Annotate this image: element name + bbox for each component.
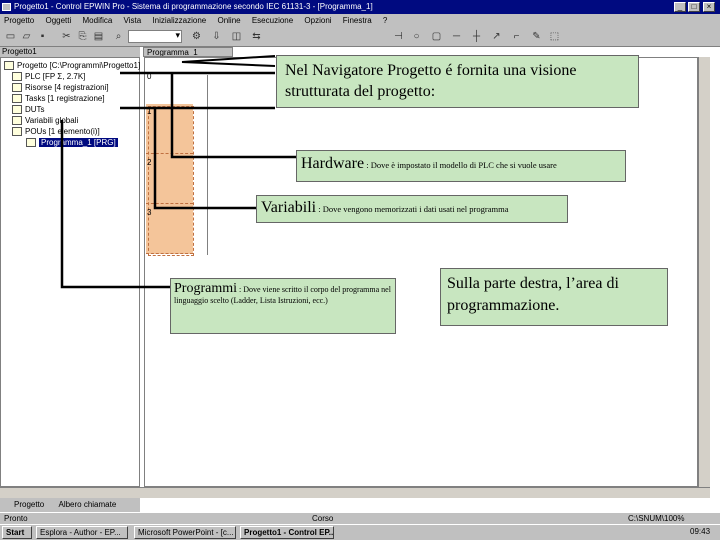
- editor-area-callout: Sulla parte destra, l’area di programmaz…: [440, 268, 668, 326]
- programs-title: Programmi: [174, 281, 237, 296]
- editor-area-text: Sulla parte destra, l’area di programmaz…: [447, 275, 619, 314]
- clock: 09:43: [690, 527, 711, 536]
- navigator-callout-text: Nel Navigatore Progetto é fornita una vi…: [285, 62, 577, 100]
- hardware-title: Hardware: [301, 155, 365, 172]
- taskbar-item-explorer[interactable]: Esplora - Author - EP...: [36, 526, 128, 539]
- variables-desc: : Dove vengono memorizzati i dati usati …: [316, 204, 509, 214]
- status-bar: Pronto Corso C:\SNUM\100%: [0, 512, 720, 524]
- programs-callout: Programmi : Dove viene scritto il corpo …: [170, 278, 396, 334]
- navigator-callout: Nel Navigatore Progetto é fornita una vi…: [276, 55, 639, 108]
- hardware-desc: : Dove è impostato il modello di PLC che…: [364, 160, 557, 170]
- variables-title: Variabili: [261, 199, 317, 216]
- taskbar-item-progetto[interactable]: Progetto1 - Control EP...: [240, 526, 334, 539]
- hardware-callout: Hardware : Dove è impostato il modello d…: [296, 150, 626, 182]
- taskbar-item-powerpoint[interactable]: Microsoft PowerPoint - [c...: [134, 526, 236, 539]
- variables-callout: Variabili : Dove vengono memorizzati i d…: [256, 195, 568, 223]
- start-button[interactable]: Start: [2, 526, 32, 539]
